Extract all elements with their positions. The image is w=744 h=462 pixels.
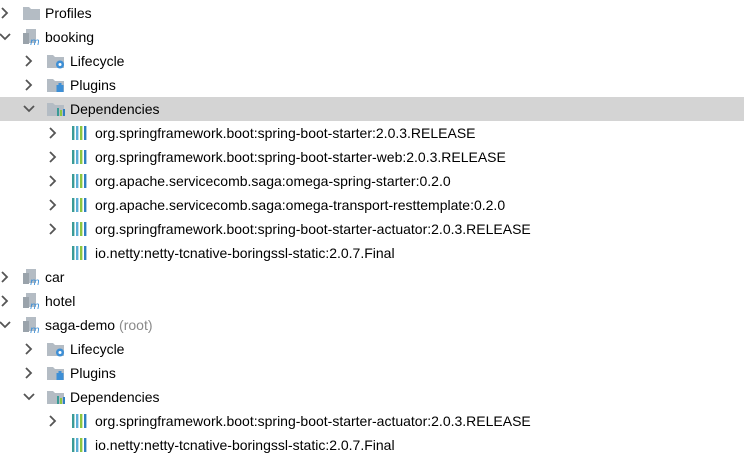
tree-row[interactable]: m hotel: [0, 289, 744, 313]
tree-row[interactable]: Lifecycle: [0, 49, 744, 73]
tree-row[interactable]: m car: [0, 265, 744, 289]
dependencies-folder-icon: [46, 100, 66, 118]
tree-row[interactable]: org.springframework.boot:spring-boot-sta…: [0, 217, 744, 241]
tree-item-text: car: [45, 269, 65, 285]
tree-row[interactable]: Profiles: [0, 1, 744, 25]
tree-row[interactable]: org.springframework.boot:spring-boot-sta…: [0, 409, 744, 433]
maven-projects-tree: Profiles m booking Lifecycle Plugins Dependen…: [0, 0, 744, 462]
tree-item-label: Profiles: [45, 4, 92, 22]
tree-row[interactable]: Dependencies: [0, 97, 744, 121]
root-suffix: (root): [119, 317, 153, 333]
tree-item-text: Plugins: [70, 77, 116, 93]
tree-item-text: org.springframework.boot:spring-boot-sta…: [95, 125, 476, 141]
tree-item-label: Lifecycle: [70, 52, 124, 70]
maven-module-icon: m: [22, 292, 42, 312]
chevron-down-icon[interactable]: [21, 101, 37, 117]
tree-item-label: saga-demo (root): [45, 316, 153, 334]
library-icon: [70, 220, 90, 238]
tree-item-text: booking: [45, 29, 95, 45]
lifecycle-folder-icon: [46, 52, 66, 70]
chevron-down-icon[interactable]: [21, 389, 37, 405]
tree-item-text: org.springframework.boot:spring-boot-sta…: [95, 221, 531, 237]
chevron-right-icon[interactable]: [45, 197, 61, 213]
tree-row[interactable]: io.netty:netty-tcnative-boringssl-static…: [0, 433, 744, 457]
tree-item-label: org.apache.servicecomb.saga:omega-spring…: [95, 172, 451, 190]
tree-item-text: Lifecycle: [70, 53, 125, 69]
library-icon: [70, 172, 90, 190]
tree-item-label: io.netty:netty-tcnative-boringssl-static…: [95, 436, 395, 454]
tree-item-label: org.springframework.boot:spring-boot-sta…: [95, 220, 531, 238]
tree-row[interactable]: Dependencies: [0, 385, 744, 409]
tree-item-text: org.apache.servicecomb.saga:omega-transp…: [95, 197, 506, 213]
tree-item-text: org.springframework.boot:spring-boot-sta…: [95, 413, 531, 429]
dependencies-folder-icon: [46, 388, 66, 406]
tree-item-text: Dependencies: [70, 101, 160, 117]
chevron-right-icon[interactable]: [45, 149, 61, 165]
tree-item-text: io.netty:netty-tcnative-boringssl-static…: [95, 245, 395, 261]
tree-item-text: io.netty:netty-tcnative-boringssl-static…: [95, 437, 395, 453]
chevron-right-icon[interactable]: [0, 293, 13, 309]
tree-row[interactable]: Plugins: [0, 73, 744, 97]
tree-item-label: Dependencies: [70, 388, 160, 406]
tree-row[interactable]: org.apache.servicecomb.saga:omega-transp…: [0, 193, 744, 217]
chevron-right-icon[interactable]: [21, 341, 37, 357]
tree-item-label: org.springframework.boot:spring-boot-sta…: [95, 412, 531, 430]
library-icon: [70, 412, 90, 430]
chevron-right-icon[interactable]: [45, 173, 61, 189]
plugins-folder-icon: [46, 76, 66, 94]
tree-item-text: org.apache.servicecomb.saga:omega-spring…: [95, 173, 451, 189]
tree-item-text: Profiles: [45, 5, 92, 21]
tree-item-text: Plugins: [70, 365, 116, 381]
tree-item-text: Lifecycle: [70, 341, 125, 357]
chevron-right-icon[interactable]: [21, 53, 37, 69]
tree-item-label: org.apache.servicecomb.saga:omega-transp…: [95, 196, 505, 214]
maven-module-icon: m: [22, 316, 42, 336]
chevron-right-icon[interactable]: [21, 77, 37, 93]
chevron-down-icon[interactable]: [0, 317, 13, 333]
tree-row[interactable]: org.springframework.boot:spring-boot-sta…: [0, 121, 744, 145]
tree-row[interactable]: org.apache.servicecomb.saga:omega-spring…: [0, 169, 744, 193]
tree-row[interactable]: m saga-demo (root): [0, 313, 744, 337]
profiles-folder-icon: [22, 4, 42, 22]
tree-item-label: org.springframework.boot:spring-boot-sta…: [95, 148, 506, 166]
library-icon: [70, 436, 90, 454]
tree-item-label: org.springframework.boot:spring-boot-sta…: [95, 124, 476, 142]
tree-item-label: Plugins: [70, 364, 116, 382]
chevron-down-icon[interactable]: [0, 29, 13, 45]
tree-item-label: Dependencies: [70, 100, 160, 118]
tree-item-text: org.springframework.boot:spring-boot-sta…: [95, 149, 506, 165]
tree-item-text: hotel: [45, 293, 76, 309]
plugins-folder-icon: [46, 364, 66, 382]
tree-item-label: car: [45, 268, 64, 286]
chevron-right-icon[interactable]: [45, 221, 61, 237]
tree-item-label: Plugins: [70, 76, 116, 94]
svg-text:m: m: [30, 37, 40, 46]
lifecycle-folder-icon: [46, 340, 66, 358]
chevron-right-icon[interactable]: [0, 5, 13, 21]
maven-module-icon: m: [22, 28, 42, 48]
chevron-right-icon[interactable]: [45, 413, 61, 429]
tree-item-label: Lifecycle: [70, 340, 124, 358]
svg-text:m: m: [30, 301, 40, 310]
library-icon: [70, 124, 90, 142]
tree-row[interactable]: org.springframework.boot:spring-boot-sta…: [0, 145, 744, 169]
svg-text:m: m: [30, 277, 40, 286]
maven-module-icon: m: [22, 268, 42, 288]
tree-row[interactable]: Lifecycle: [0, 337, 744, 361]
chevron-right-icon[interactable]: [0, 269, 13, 285]
tree-item-label: hotel: [45, 292, 75, 310]
tree-row[interactable]: io.netty:netty-tcnative-boringssl-static…: [0, 241, 744, 265]
library-icon: [70, 196, 90, 214]
tree-row[interactable]: m booking: [0, 25, 744, 49]
tree-item-label: io.netty:netty-tcnative-boringssl-static…: [95, 244, 395, 262]
tree-item-label: booking: [45, 28, 94, 46]
library-icon: [70, 148, 90, 166]
tree-item-text: saga-demo: [45, 317, 116, 333]
tree-row[interactable]: Plugins: [0, 361, 744, 385]
library-icon: [70, 244, 90, 262]
chevron-right-icon[interactable]: [21, 365, 37, 381]
chevron-right-icon[interactable]: [45, 125, 61, 141]
tree-item-text: Dependencies: [70, 389, 160, 405]
svg-text:m: m: [30, 325, 40, 334]
